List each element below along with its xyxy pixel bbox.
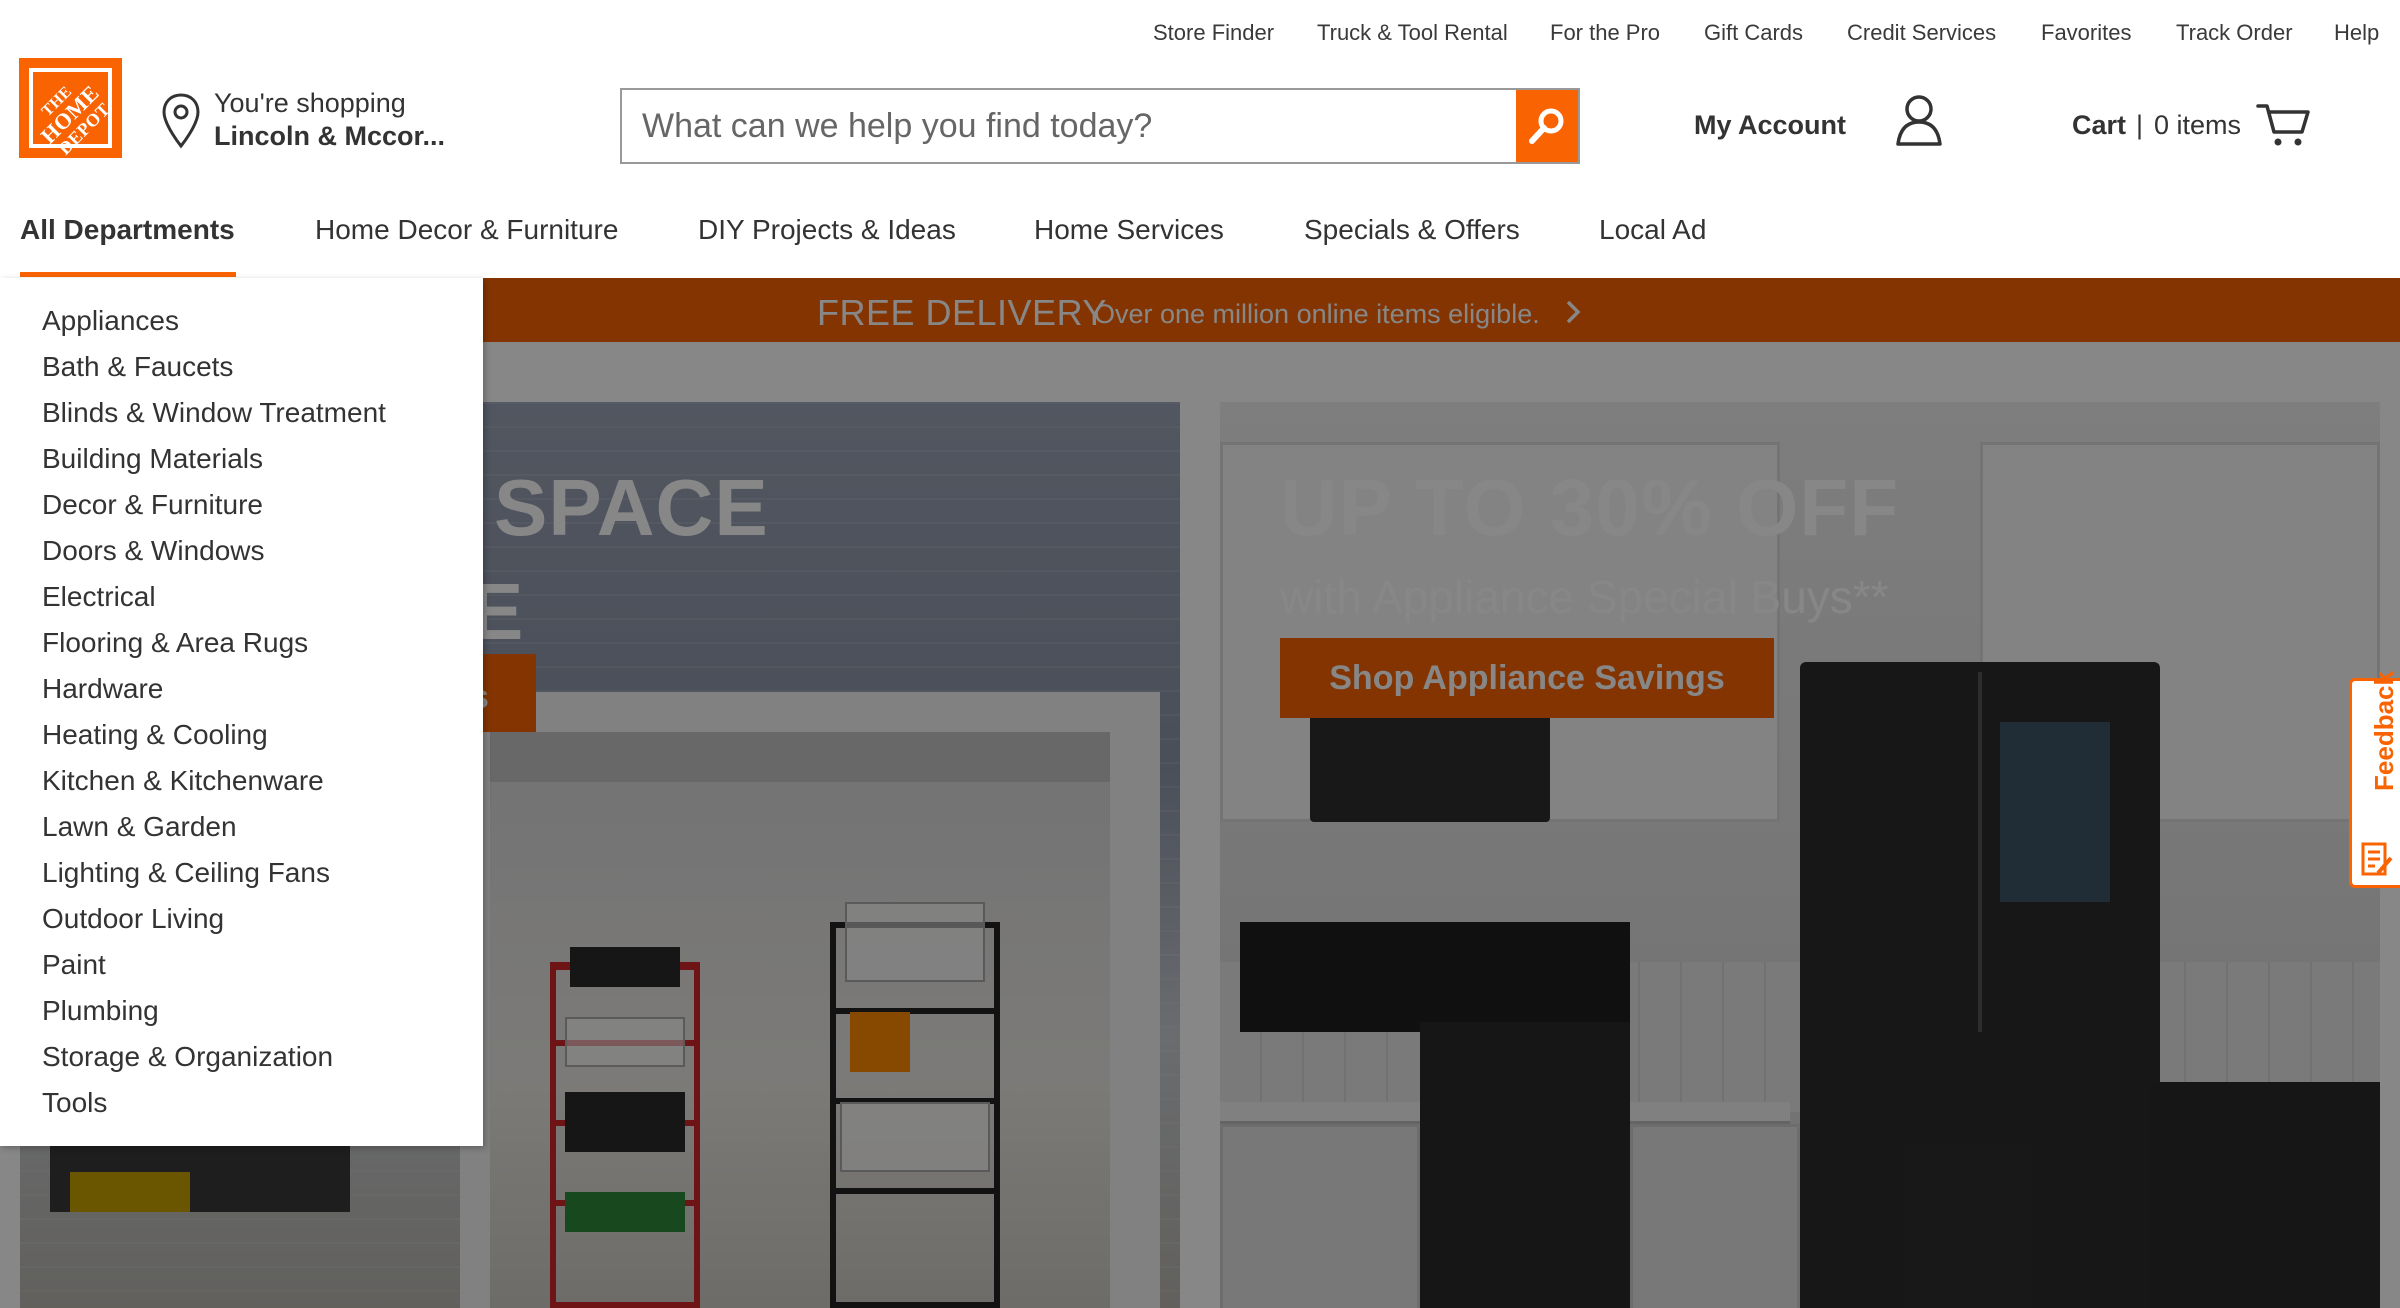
dept-outdoor-living[interactable]: Outdoor Living xyxy=(42,903,224,935)
dept-building-materials[interactable]: Building Materials xyxy=(42,443,263,475)
nav-home-decor-furniture[interactable]: Home Decor & Furniture xyxy=(315,214,618,246)
dept-hardware[interactable]: Hardware xyxy=(42,673,163,705)
dept-paint[interactable]: Paint xyxy=(42,949,106,981)
utility-bar: Store Finder Truck & Tool Rental For the… xyxy=(0,0,2400,70)
location-pin-icon xyxy=(162,93,200,149)
utility-link-store-finder[interactable]: Store Finder xyxy=(1153,20,1274,46)
dept-heating-cooling[interactable]: Heating & Cooling xyxy=(42,719,268,751)
my-account-label: My Account xyxy=(1694,110,1847,140)
utility-link-favorites[interactable]: Favorites xyxy=(2041,20,2131,46)
utility-link-credit-services[interactable]: Credit Services xyxy=(1847,20,1996,46)
user-icon xyxy=(1896,95,1942,146)
search-bar xyxy=(620,88,1580,164)
utility-link-gift-cards[interactable]: Gift Cards xyxy=(1704,20,1803,46)
nav-local-ad[interactable]: Local Ad xyxy=(1599,214,1706,246)
dept-plumbing[interactable]: Plumbing xyxy=(42,995,159,1027)
utility-link-track-order[interactable]: Track Order xyxy=(2176,20,2293,46)
search-icon xyxy=(1529,108,1564,144)
dept-decor-furniture[interactable]: Decor & Furniture xyxy=(42,489,263,521)
home-depot-logo[interactable]: THE HOME DEPOT xyxy=(19,58,122,158)
dept-blinds-window-treatment[interactable]: Blinds & Window Treatment xyxy=(42,397,386,429)
dept-tools[interactable]: Tools xyxy=(42,1087,107,1119)
nav-home-services[interactable]: Home Services xyxy=(1034,214,1224,246)
dept-appliances[interactable]: Appliances xyxy=(42,305,179,337)
utility-link-help[interactable]: Help xyxy=(2334,20,2379,46)
dept-electrical[interactable]: Electrical xyxy=(42,581,156,613)
active-nav-underline xyxy=(20,272,236,277)
dept-flooring-area-rugs[interactable]: Flooring & Area Rugs xyxy=(42,627,308,659)
dept-kitchen-kitchenware[interactable]: Kitchen & Kitchenware xyxy=(42,765,324,797)
cart-label: Cart xyxy=(2072,110,2127,140)
store-name: Lincoln & Mccor... xyxy=(214,121,446,151)
search-button[interactable] xyxy=(1516,90,1578,162)
dept-lighting-ceiling-fans[interactable]: Lighting & Ceiling Fans xyxy=(42,857,330,889)
dept-doors-windows[interactable]: Doors & Windows xyxy=(42,535,265,567)
cart-icon xyxy=(2256,104,2310,146)
cart-separator: | xyxy=(2136,110,2144,140)
feedback-label: Feedback xyxy=(2369,671,2399,791)
dept-lawn-garden[interactable]: Lawn & Garden xyxy=(42,811,237,843)
feedback-form-icon xyxy=(2361,842,2393,876)
utility-link-for-the-pro[interactable]: For the Pro xyxy=(1550,20,1660,46)
dept-storage-organization[interactable]: Storage & Organization xyxy=(42,1041,333,1073)
utility-link-truck-tool-rental[interactable]: Truck & Tool Rental xyxy=(1317,20,1508,46)
search-input[interactable] xyxy=(622,90,1516,162)
all-departments-menu: Appliances Bath & Faucets Blinds & Windo… xyxy=(0,278,483,1146)
feedback-tab[interactable]: Feedback xyxy=(2349,671,2400,888)
nav-diy-projects-ideas[interactable]: DIY Projects & Ideas xyxy=(698,214,956,246)
dept-bath-faucets[interactable]: Bath & Faucets xyxy=(42,351,233,383)
store-label: You're shopping xyxy=(214,88,406,118)
nav-all-departments[interactable]: All Departments xyxy=(20,214,235,246)
main-nav: All Departments Home Decor & Furniture D… xyxy=(0,200,2400,278)
cart-item-count: 0 items xyxy=(2154,110,2242,140)
nav-specials-offers[interactable]: Specials & Offers xyxy=(1304,214,1520,246)
